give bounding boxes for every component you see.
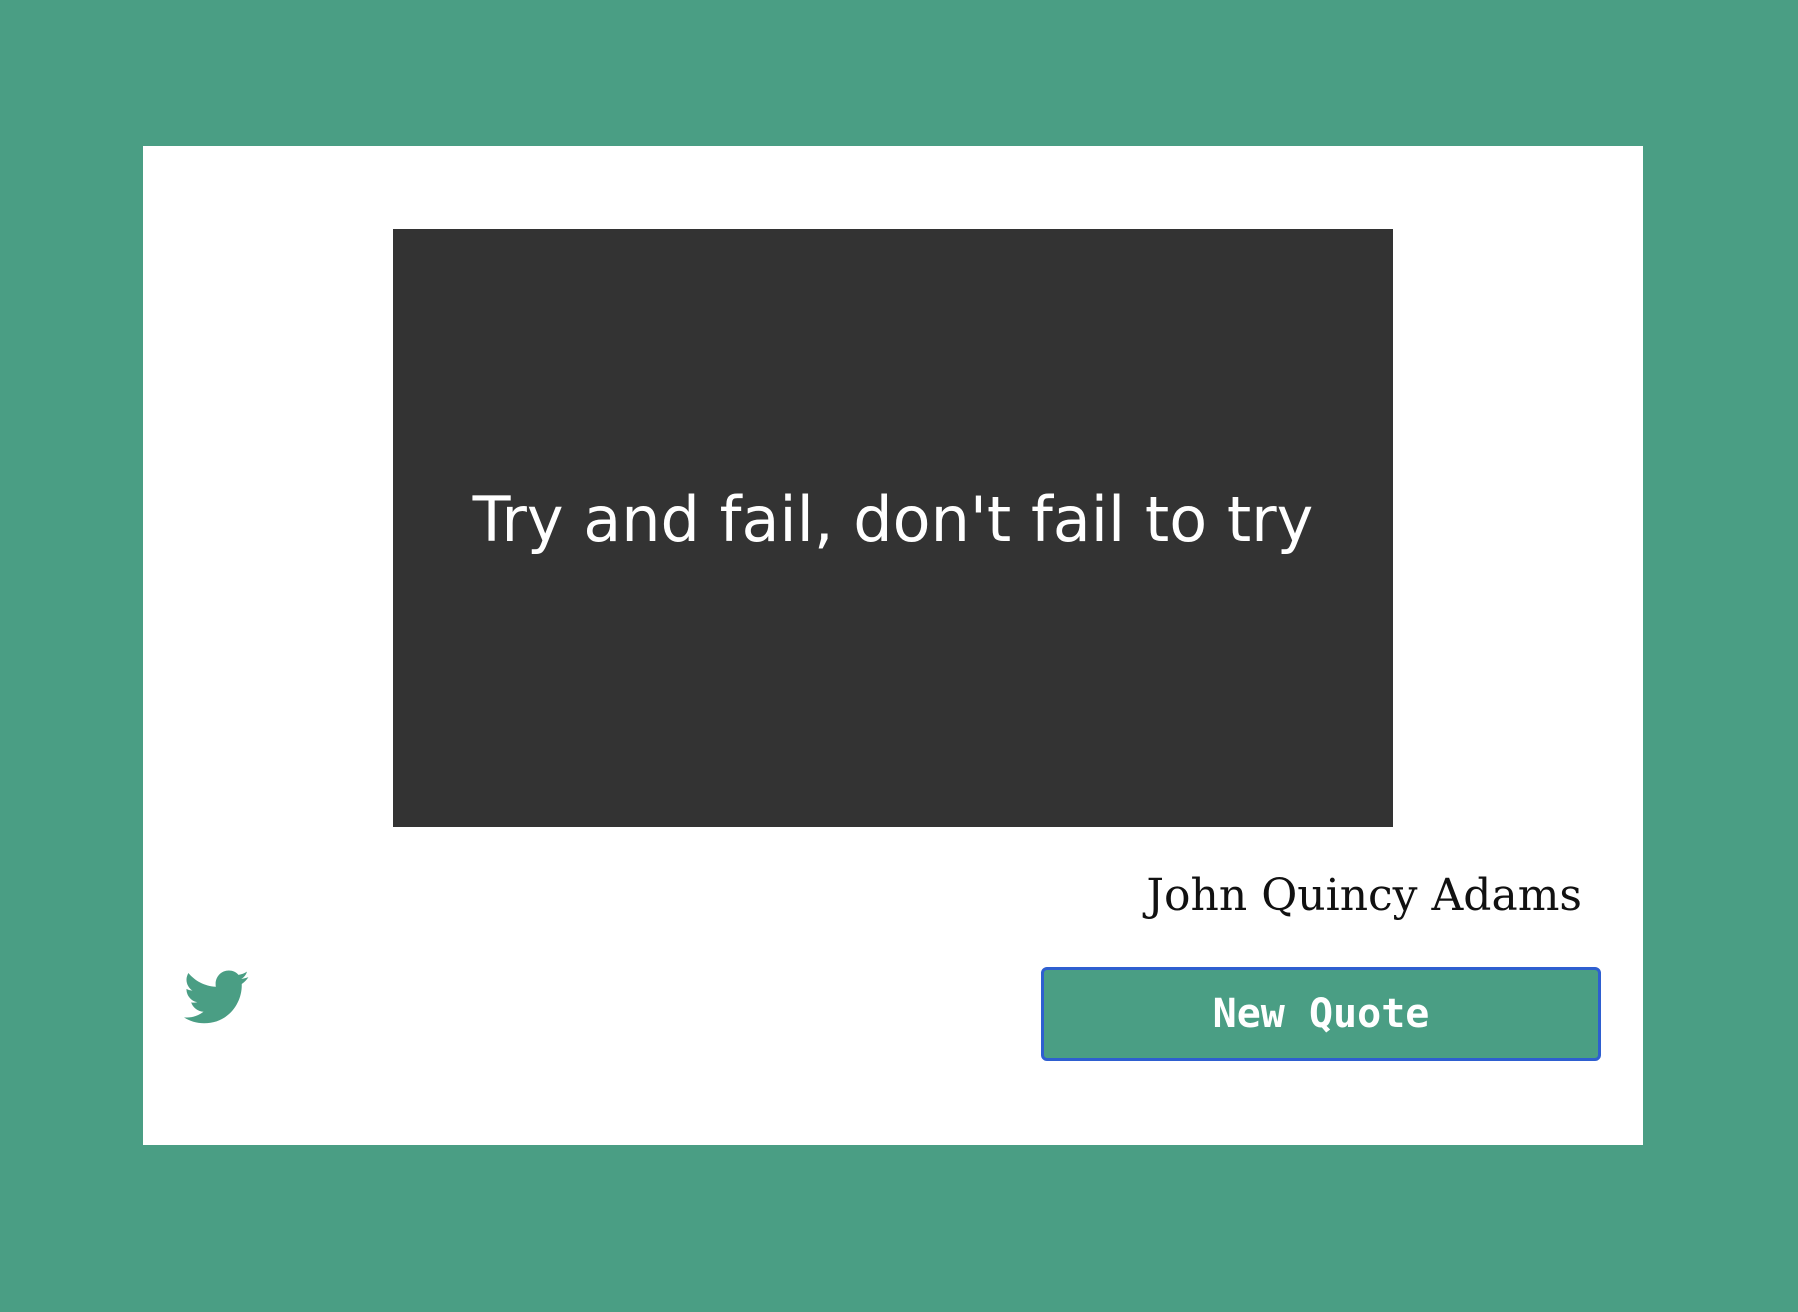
- quote-box: Try and fail, don't fail to try: [393, 229, 1393, 827]
- twitter-icon: [184, 970, 249, 1024]
- quote-author: John Quincy Adams: [1146, 870, 1582, 921]
- new-quote-button[interactable]: New Quote: [1041, 967, 1601, 1061]
- tweet-quote-link[interactable]: [184, 970, 250, 1026]
- quote-card: Try and fail, don't fail to try John Qui…: [143, 146, 1643, 1145]
- quote-text: Try and fail, don't fail to try: [472, 482, 1314, 556]
